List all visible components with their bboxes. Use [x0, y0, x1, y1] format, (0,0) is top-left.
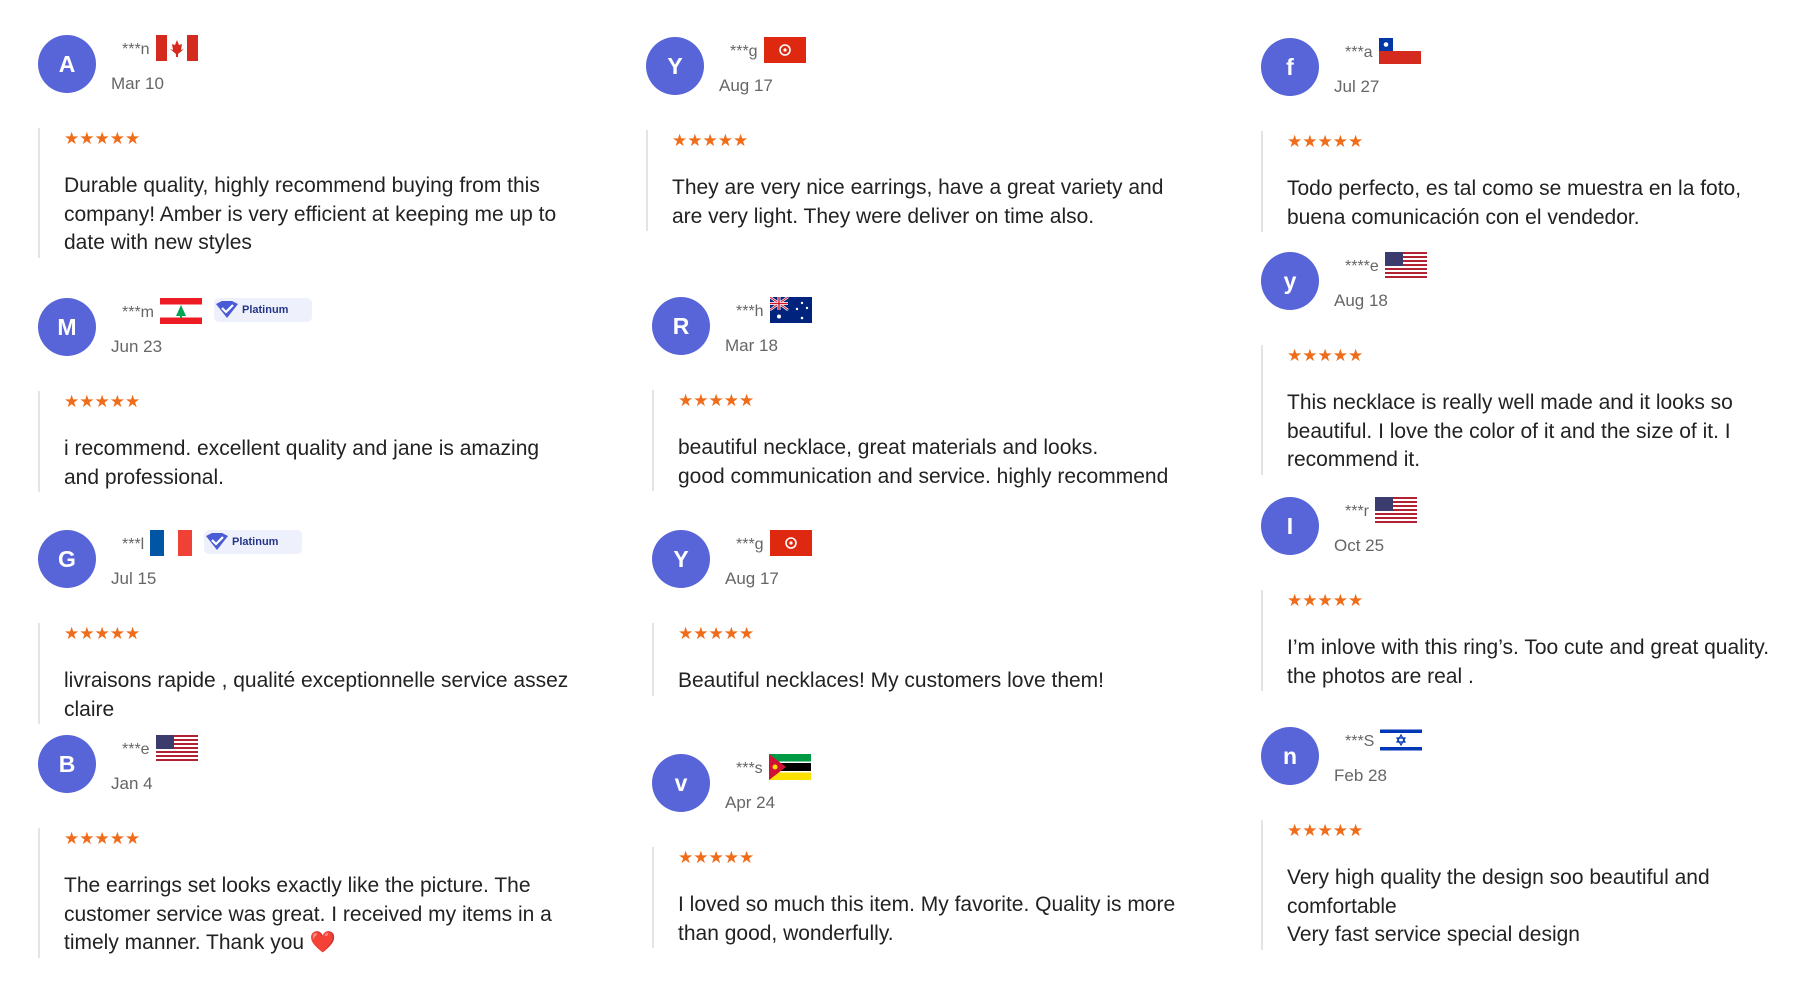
reviewer-name: ***e [122, 741, 150, 758]
review-date: Jul 27 [1334, 77, 1380, 96]
review-date: Oct 25 [1334, 536, 1385, 555]
star-rating: ★★★★★ [1287, 591, 1364, 610]
review-text: I loved so much this item. My favorite. … [678, 893, 1176, 945]
canada-flag-icon [156, 35, 198, 61]
review-text: The earrings set looks exactly like the … [64, 874, 552, 954]
review-text: Durable quality, highly recommend buying… [64, 174, 557, 254]
usa-flag-icon [1375, 497, 1417, 523]
avatar: G [38, 530, 96, 588]
review-body: ★★★★★ Todo perfecto, es tal como se mues… [1261, 131, 1800, 232]
review-text: Todo perfecto, es tal como se muestra en… [1287, 177, 1742, 229]
review-body: ★★★★★ The earrings set looks exactly lik… [38, 828, 604, 958]
review-date: Feb 28 [1334, 766, 1387, 785]
review-body: ★★★★★ They are very nice earrings, have … [646, 130, 1212, 231]
diamond-check-icon [216, 301, 238, 318]
review-date: Jul 15 [111, 569, 157, 588]
reviewer-name: ***g [736, 536, 764, 553]
star-rating: ★★★★★ [678, 848, 755, 867]
reviewer-name: ****e [1345, 258, 1379, 275]
reviewer-name: ***r [1345, 503, 1370, 520]
diamond-check-icon [206, 533, 228, 550]
star-rating: ★★★★★ [64, 129, 141, 148]
review-body: ★★★★★ Durable quality, highly recommend … [38, 128, 604, 258]
review-text: This necklace is really well made and it… [1287, 391, 1733, 471]
review-text: They are very nice earrings, have a grea… [672, 176, 1164, 228]
star-rating: ★★★★★ [64, 829, 141, 848]
hongkong-flag-icon [764, 37, 806, 63]
star-rating: ★★★★★ [64, 624, 141, 643]
heart-emoji: ❤️ [309, 931, 337, 954]
badge-label: Platinum [242, 304, 289, 316]
hongkong-flag-icon [770, 530, 812, 556]
review-body: ★★★★★ I’m inlove with this ring’s. Too c… [1261, 590, 1800, 691]
star-rating: ★★★★★ [672, 131, 749, 150]
review-body: ★★★★★ This necklace is really well made … [1261, 345, 1800, 475]
france-flag-icon [150, 530, 192, 556]
review-body: ★★★★★ i recommend. excellent quality and… [38, 391, 604, 492]
lebanon-flag-icon [160, 298, 202, 324]
israel-flag-icon [1380, 727, 1422, 753]
star-rating: ★★★★★ [64, 392, 141, 411]
mozambique-flag-icon [769, 754, 811, 780]
star-rating: ★★★★★ [678, 624, 755, 643]
review-date: Mar 10 [111, 74, 164, 93]
usa-flag-icon [156, 735, 198, 761]
review-date: Jan 4 [111, 774, 153, 793]
review-body: ★★★★★ livraisons rapide , qualité except… [38, 623, 604, 724]
avatar: M [38, 298, 96, 356]
review-body: ★★★★★ Beautiful necklaces! My customers … [652, 623, 1218, 696]
avatar: Y [652, 530, 710, 588]
review-text: i recommend. excellent quality and jane … [64, 437, 540, 489]
review-date: Aug 17 [725, 569, 779, 588]
review-text: Beautiful necklaces! My customers love t… [678, 669, 1105, 692]
star-rating: ★★★★★ [1287, 346, 1364, 365]
avatar: I [1261, 497, 1319, 555]
star-rating: ★★★★★ [678, 391, 755, 410]
reviewer-name: ***g [730, 43, 758, 60]
avatar: B [38, 735, 96, 793]
review-text: Very high quality the design soo beautif… [1287, 866, 1710, 946]
reviewer-name: ***m [122, 304, 155, 321]
reviewer-name: ***a [1345, 44, 1373, 61]
star-rating: ★★★★★ [1287, 132, 1364, 151]
review-body: ★★★★★ Very high quality the design soo b… [1261, 820, 1800, 950]
review-date: Mar 18 [725, 336, 778, 355]
platinum-badge: Platinum [204, 530, 302, 554]
star-rating: ★★★★★ [1287, 821, 1364, 840]
review-body: ★★★★★ I loved so much this item. My favo… [652, 847, 1218, 948]
reviewer-name: ***s [736, 760, 763, 777]
review-date: Jun 23 [111, 337, 163, 356]
avatar: R [652, 297, 710, 355]
reviewer-name: ***n [122, 41, 150, 58]
review-text: beautiful necklace, great materials and … [678, 436, 1169, 488]
review-date: Aug 17 [719, 76, 773, 95]
badge-label: Platinum [232, 536, 279, 548]
reviewer-name: ***l [122, 536, 145, 553]
reviewer-name: ***h [736, 303, 764, 320]
review-text: livraisons rapide , qualité exceptionnel… [64, 669, 569, 721]
avatar: Y [646, 37, 704, 95]
reviewer-name: ***S [1345, 733, 1375, 750]
usa-flag-icon [1385, 252, 1427, 278]
chile-flag-icon [1379, 38, 1421, 64]
avatar: A [38, 35, 96, 93]
review-date: Aug 18 [1334, 291, 1388, 310]
review-body: ★★★★★ beautiful necklace, great material… [652, 390, 1218, 491]
review-text: I’m inlove with this ring’s. Too cute an… [1287, 636, 1770, 688]
avatar: f [1261, 38, 1319, 96]
avatar: v [652, 754, 710, 812]
avatar: n [1261, 727, 1319, 785]
australia-flag-icon [770, 297, 812, 323]
avatar: y [1261, 252, 1319, 310]
review-date: Apr 24 [725, 793, 776, 812]
platinum-badge: Platinum [214, 298, 312, 322]
